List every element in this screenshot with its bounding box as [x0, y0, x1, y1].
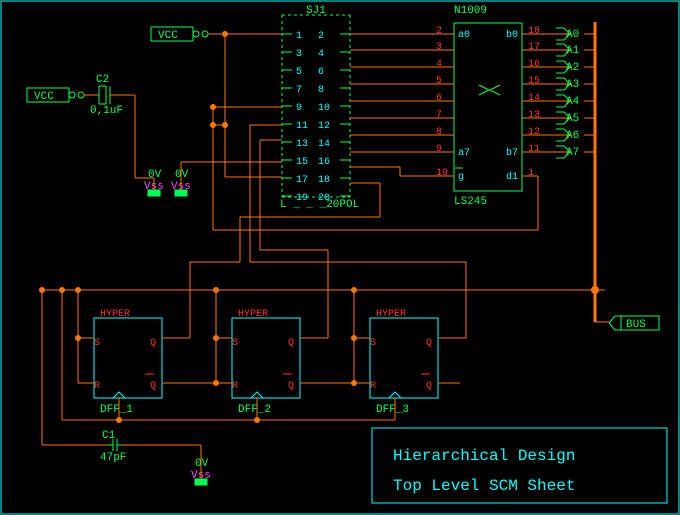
svg-text:9: 9 — [436, 144, 442, 155]
svg-text:R: R — [94, 381, 100, 392]
svg-text:Q: Q — [426, 338, 432, 349]
svg-text:b0: b0 — [506, 29, 518, 41]
svg-text:8: 8 — [436, 127, 442, 138]
vss-ground-1: 0V Vss — [135, 95, 164, 196]
title-line2: Top Level SCM Sheet — [393, 477, 575, 495]
svg-text:C2: C2 — [96, 74, 109, 86]
svg-text:19: 19 — [436, 168, 448, 179]
svg-text:A7: A7 — [566, 147, 579, 159]
svg-text:10: 10 — [318, 103, 330, 114]
svg-text:Q: Q — [150, 338, 156, 349]
svg-text:HYPER: HYPER — [238, 309, 268, 320]
svg-text:VCC: VCC — [158, 30, 178, 42]
wiring — [39, 22, 609, 423]
svg-text:1: 1 — [528, 168, 534, 179]
svg-text:8: 8 — [318, 85, 324, 96]
svg-text:11: 11 — [528, 144, 540, 155]
svg-text:A5: A5 — [566, 113, 579, 125]
svg-text:N1009: N1009 — [454, 5, 487, 17]
svg-text:LS245: LS245 — [454, 196, 487, 208]
svg-text:16: 16 — [318, 157, 330, 168]
svg-text:4: 4 — [318, 49, 324, 60]
svg-text:3: 3 — [296, 49, 302, 60]
svg-text:HYPER: HYPER — [376, 309, 406, 320]
svg-text:11: 11 — [296, 121, 308, 132]
svg-text:C1: C1 — [102, 430, 116, 442]
header-pins: 1357911131517192468101214161820 — [282, 31, 350, 204]
svg-text:S: S — [94, 338, 100, 349]
svg-text:12: 12 — [318, 121, 330, 132]
title-line1: Hierarchical Design — [393, 447, 575, 465]
svg-text:DFF_3: DFF_3 — [376, 404, 409, 416]
svg-text:A6: A6 — [566, 130, 579, 142]
svg-text:12: 12 — [528, 127, 540, 138]
svg-text:DFF_1: DFF_1 — [100, 404, 133, 416]
dff-2: HYPER S Q R Q DFF_2 — [232, 309, 300, 416]
svg-text:17: 17 — [528, 42, 540, 53]
svg-text:19: 19 — [296, 193, 308, 204]
svg-text:b7: b7 — [506, 147, 518, 159]
svg-text:BUS: BUS — [626, 319, 646, 331]
svg-text:9: 9 — [296, 103, 302, 114]
svg-text:Q: Q — [288, 381, 294, 392]
dff-1: HYPER S Q R Q DFF_1 — [94, 309, 162, 416]
svg-text:DFF_2: DFF_2 — [238, 404, 271, 416]
dff-3: HYPER S Q R Q DFF_3 — [370, 309, 438, 416]
svg-text:0V: 0V — [195, 458, 209, 470]
svg-text:14: 14 — [318, 139, 330, 150]
svg-text:7: 7 — [436, 110, 442, 121]
svg-text:5: 5 — [296, 67, 302, 78]
svg-text:13: 13 — [528, 110, 540, 121]
svg-text:A0: A0 — [566, 29, 579, 41]
svg-text:6: 6 — [318, 67, 324, 78]
svg-text:5: 5 — [436, 76, 442, 87]
svg-text:A2: A2 — [566, 62, 579, 74]
svg-text:6: 6 — [436, 93, 442, 104]
svg-text:47pF: 47pF — [100, 452, 126, 464]
svg-text:3: 3 — [436, 42, 442, 53]
svg-text:0,1uF: 0,1uF — [90, 105, 123, 117]
svg-text:S: S — [232, 338, 238, 349]
svg-text:VCC: VCC — [34, 91, 54, 103]
schematic-canvas: Hierarchical Design Top Level SCM Sheet … — [0, 0, 680, 515]
svg-text:1: 1 — [296, 31, 302, 42]
svg-text:0V: 0V — [148, 169, 162, 181]
svg-text:18: 18 — [318, 175, 330, 186]
svg-text:S: S — [370, 338, 376, 349]
svg-text:2: 2 — [436, 26, 442, 37]
svg-text:0V: 0V — [175, 169, 189, 181]
vcc-symbol-2: VCC — [27, 88, 99, 103]
vcc-symbol-1: VCC — [151, 27, 225, 42]
svg-text:20: 20 — [318, 193, 330, 204]
svg-text:Q: Q — [288, 338, 294, 349]
svg-text:13: 13 — [296, 139, 308, 150]
svg-text:SJ1: SJ1 — [306, 5, 326, 17]
svg-text:HYPER: HYPER — [100, 309, 130, 320]
svg-text:R: R — [370, 381, 376, 392]
svg-text:A4: A4 — [566, 96, 580, 108]
svg-text:17: 17 — [296, 175, 308, 186]
svg-text:a7: a7 — [458, 148, 470, 159]
svg-text:4: 4 — [436, 59, 442, 70]
svg-text:d1: d1 — [506, 171, 518, 183]
svg-text:a0: a0 — [458, 30, 470, 41]
svg-text:14: 14 — [528, 93, 540, 104]
a-bus-labels: A0 A1 A2 A3 A4 A5 A6 A7 — [556, 28, 595, 159]
svg-text:A3: A3 — [566, 79, 579, 91]
svg-text:A1: A1 — [566, 45, 580, 57]
svg-text:g: g — [458, 172, 464, 183]
svg-text:7: 7 — [296, 85, 302, 96]
svg-text:2: 2 — [318, 31, 324, 42]
svg-text:Q: Q — [426, 381, 432, 392]
svg-text:18: 18 — [528, 26, 540, 37]
svg-text:16: 16 — [528, 59, 540, 70]
svg-text:15: 15 — [528, 76, 540, 87]
svg-text:R: R — [232, 381, 238, 392]
svg-text:15: 15 — [296, 157, 308, 168]
svg-text:Q: Q — [150, 381, 156, 392]
bus-symbol: BUS — [609, 316, 659, 331]
